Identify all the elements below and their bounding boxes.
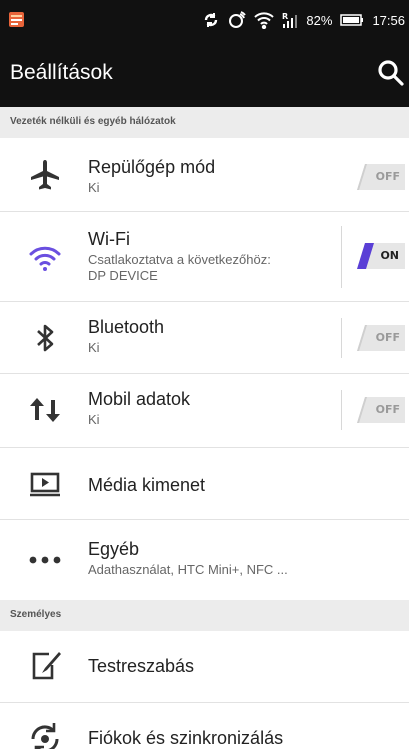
row-divider — [341, 390, 342, 430]
row-divider — [341, 226, 342, 288]
setting-title: Média kimenet — [88, 475, 206, 495]
setting-subtitle: Csatlakoztatva a következőhöz: — [88, 252, 271, 267]
airplane-toggle[interactable]: OFF — [357, 164, 405, 190]
bluetooth-toggle[interactable]: OFF — [357, 325, 405, 351]
setting-row-media-output[interactable]: Média kimenet — [0, 448, 409, 520]
clock: 17:56 — [372, 12, 405, 28]
setting-title: Bluetooth — [88, 317, 165, 337]
setting-subtitle: Ki — [88, 340, 100, 355]
setting-row-accounts-sync[interactable]: Fiókok és szinkronizálás — [0, 703, 409, 749]
battery-icon — [340, 14, 364, 26]
section-label: Vezeték nélküli és egyéb hálózatok — [10, 116, 176, 127]
setting-title: Wi-Fi — [88, 229, 130, 249]
setting-title: Fiókok és szinkronizálás — [88, 728, 284, 748]
setting-subtitle: Ki — [88, 180, 100, 195]
setting-title: Testreszabás — [88, 656, 195, 676]
row-divider — [341, 318, 342, 358]
setting-row-other[interactable]: Egyéb Adathasználat, HTC Mini+, NFC ... — [0, 520, 409, 600]
setting-row-customize[interactable]: Testreszabás — [0, 631, 409, 703]
customize-pencil-icon — [27, 648, 63, 684]
page-title: Beállítások — [10, 61, 113, 84]
sync-account-icon — [27, 721, 63, 749]
wifi-icon — [254, 11, 275, 29]
search-icon[interactable] — [377, 59, 405, 87]
nfc-icon — [228, 11, 247, 29]
status-bar: R 82% 17:56 — [0, 0, 409, 39]
wifi-toggle[interactable]: ON — [357, 243, 405, 269]
more-dots-icon — [27, 542, 63, 578]
media-output-icon — [27, 466, 63, 502]
toggle-label: ON — [380, 249, 399, 262]
bluetooth-icon — [27, 320, 63, 356]
setting-subtitle-network: DP DEVICE — [88, 268, 158, 283]
app-bar: Beállítások — [0, 39, 409, 107]
setting-title: Mobil adatok — [88, 389, 191, 409]
setting-subtitle: Ki — [88, 412, 100, 427]
toggle-label: OFF — [375, 331, 400, 344]
toggle-label: OFF — [375, 403, 400, 416]
svg-text:R: R — [282, 12, 288, 21]
setting-row-wifi[interactable]: Wi-Fi Csatlakoztatva a következőhöz: DP … — [0, 212, 409, 302]
section-header-wireless: Vezeték nélküli és egyéb hálózatok — [0, 107, 409, 138]
section-header-personal: Személyes — [0, 600, 409, 631]
battery-percent: 82% — [306, 12, 333, 28]
setting-title: Egyéb — [88, 539, 140, 559]
toggle-label: OFF — [375, 170, 400, 183]
signal-icon: R — [282, 11, 298, 29]
setting-row-bluetooth[interactable]: Bluetooth Ki OFF — [0, 302, 409, 374]
setting-subtitle: Adathasználat, HTC Mini+, NFC ... — [88, 562, 288, 577]
setting-row-mobile-data[interactable]: Mobil adatok Ki OFF — [0, 374, 409, 448]
sync-icon — [202, 11, 220, 29]
section-label: Személyes — [10, 609, 62, 620]
airplane-icon — [27, 157, 63, 193]
mobile-data-toggle[interactable]: OFF — [357, 397, 405, 423]
setting-title: Repülőgép mód — [88, 157, 216, 177]
mobile-data-arrows-icon — [27, 392, 63, 428]
wifi-icon — [27, 240, 63, 276]
setting-row-airplane[interactable]: Repülőgép mód Ki OFF — [0, 138, 409, 212]
notification-icon — [9, 12, 24, 27]
